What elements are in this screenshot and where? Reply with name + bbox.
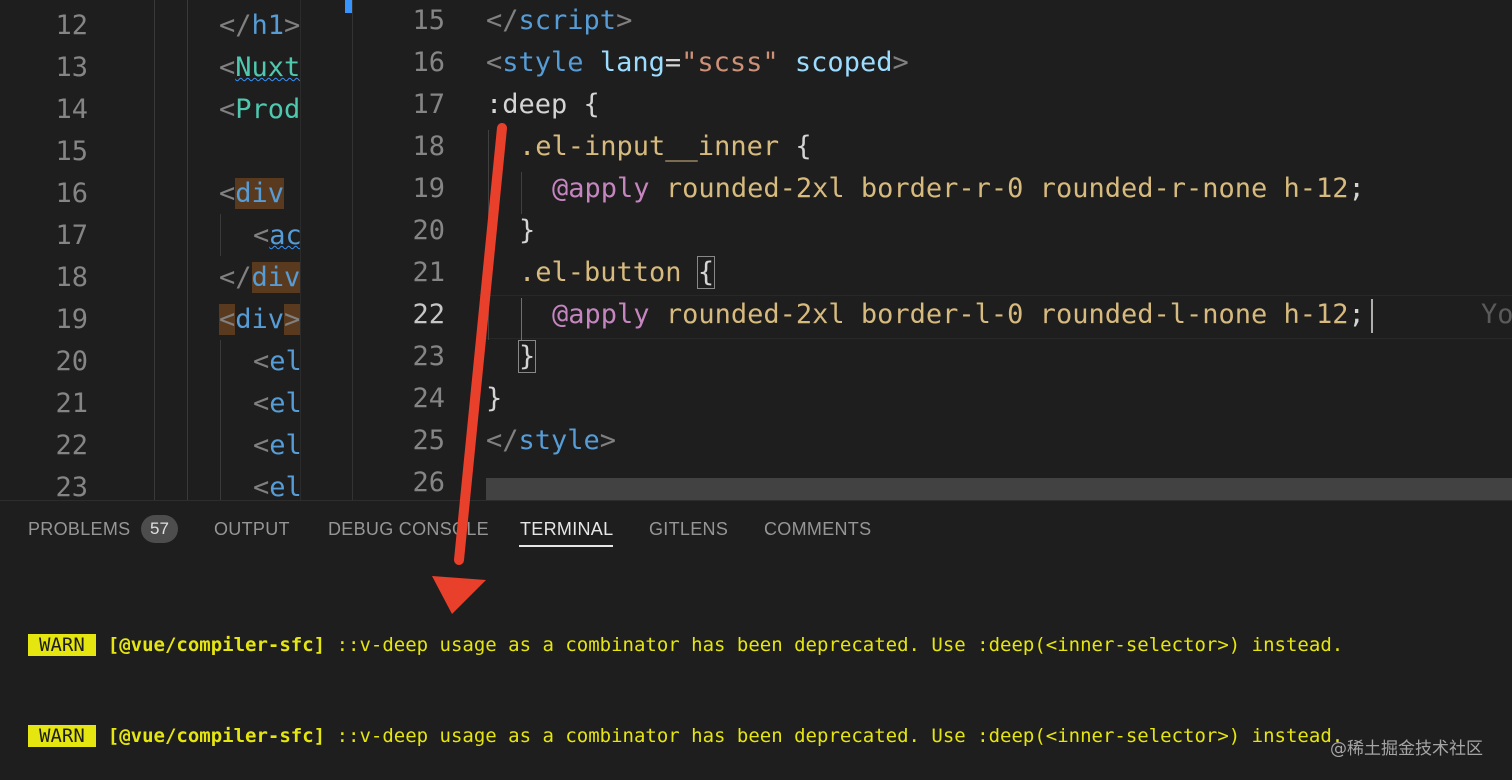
code-line: </script> [486, 5, 633, 36]
line-number: 13 [55, 52, 88, 83]
inline-blame-ghost: Yo [1481, 299, 1512, 330]
code-line-active: @apply rounded-2xl border-l-0 rounded-l-… [552, 294, 1373, 336]
code-line: } [519, 215, 536, 246]
line-number: 21 [412, 257, 445, 288]
text-cursor [1370, 298, 1373, 333]
terminal-line: WARN [@vue/compiler-sfc] ::v-deep usage a… [28, 634, 1343, 656]
code-line: } [517, 336, 537, 378]
code-line: </style> [486, 425, 617, 456]
code-line: <el [253, 346, 300, 377]
code-line: <el [253, 430, 300, 461]
line-number: 23 [412, 341, 445, 372]
code-line: @apply rounded-2xl border-r-0 rounded-r-… [552, 173, 1365, 204]
line-number: 19 [412, 173, 445, 204]
terminal-message: ::v-deep usage as a combinator has been … [336, 725, 1344, 747]
indent-guide [521, 298, 522, 340]
line-number: 15 [412, 5, 445, 36]
line-number: 20 [55, 346, 88, 377]
line-number: 25 [412, 425, 445, 456]
line-number: 26 [412, 467, 445, 498]
indent-guide [488, 130, 489, 340]
tab-gitlens[interactable]: GITLENS [649, 519, 728, 540]
matched-bracket: { [696, 256, 716, 289]
tab-terminal[interactable]: TERMINAL [520, 519, 613, 540]
tab-output[interactable]: OUTPUT [214, 519, 290, 540]
tab-problems[interactable]: PROBLEMS [28, 519, 130, 540]
line-number: 19 [55, 304, 88, 335]
terminal-source: [@vue/compiler-sfc] [107, 725, 326, 747]
left-editor-pane[interactable]: 12 13 14 15 16 17 18 19 20 21 22 23 </h1… [0, 0, 300, 500]
indent-guide [521, 172, 522, 214]
code-line: } [486, 383, 503, 414]
active-tab-underline [519, 545, 613, 547]
code-line: <div> [219, 304, 300, 335]
line-number: 16 [55, 178, 88, 209]
line-number: 17 [55, 220, 88, 251]
warn-badge: WARN [28, 634, 96, 656]
problems-count-badge: 57 [141, 515, 178, 543]
code-line: .el-button { [519, 256, 716, 289]
code-line: <Nuxt [219, 52, 300, 83]
indent-guide [187, 0, 188, 500]
terminal-line: WARN [@vue/compiler-sfc] ::v-deep usage a… [28, 725, 1343, 747]
line-number: 17 [412, 89, 445, 120]
line-number: 20 [412, 215, 445, 246]
indent-guide [220, 214, 221, 256]
code-line: <div [219, 178, 285, 209]
code-line: <el [253, 472, 300, 500]
warn-badge: WARN [28, 725, 96, 747]
code-line: </div [219, 262, 300, 293]
terminal-source: [@vue/compiler-sfc] [107, 634, 326, 656]
editor-area: 12 13 14 15 16 17 18 19 20 21 22 23 </h1… [0, 0, 1512, 500]
line-number: 18 [55, 262, 88, 293]
terminal-message: ::v-deep usage as a combinator has been … [336, 634, 1344, 656]
code-line: <Prod [219, 94, 300, 125]
line-number: 21 [55, 388, 88, 419]
horizontal-scrollbar[interactable] [486, 478, 1512, 500]
split-divider[interactable] [300, 0, 353, 500]
code-line: :deep { [486, 89, 600, 120]
code-line: </h1> [219, 10, 300, 41]
watermark: @稀土掘金技术社区 [1330, 739, 1483, 759]
line-number: 12 [55, 10, 88, 41]
matched-bracket: } [517, 340, 537, 373]
tab-comments[interactable]: COMMENTS [764, 519, 871, 540]
code-line: <el [253, 388, 300, 419]
line-number: 16 [412, 47, 445, 78]
code-line: <style lang="scss" scoped> [486, 47, 909, 78]
panel-tabs: PROBLEMS 57 OUTPUT DEBUG CONSOLE TERMINA… [0, 501, 1512, 557]
line-number: 18 [412, 131, 445, 162]
line-number: 15 [55, 136, 88, 167]
line-number: 14 [55, 94, 88, 125]
modified-marker [345, 0, 352, 13]
tab-debug-console[interactable]: DEBUG CONSOLE [328, 519, 489, 540]
code-line: .el-input__inner { [519, 131, 812, 162]
line-number: 23 [55, 472, 88, 500]
indent-guide [154, 0, 155, 500]
line-number: 22 [55, 430, 88, 461]
code-line: <ac [253, 220, 300, 251]
line-number: 24 [412, 383, 445, 414]
line-number-active: 22 [412, 299, 445, 330]
right-editor-pane[interactable]: 15 16 17 18 19 20 21 22 23 24 25 26 </sc… [353, 0, 1512, 500]
indent-guide [220, 340, 221, 500]
